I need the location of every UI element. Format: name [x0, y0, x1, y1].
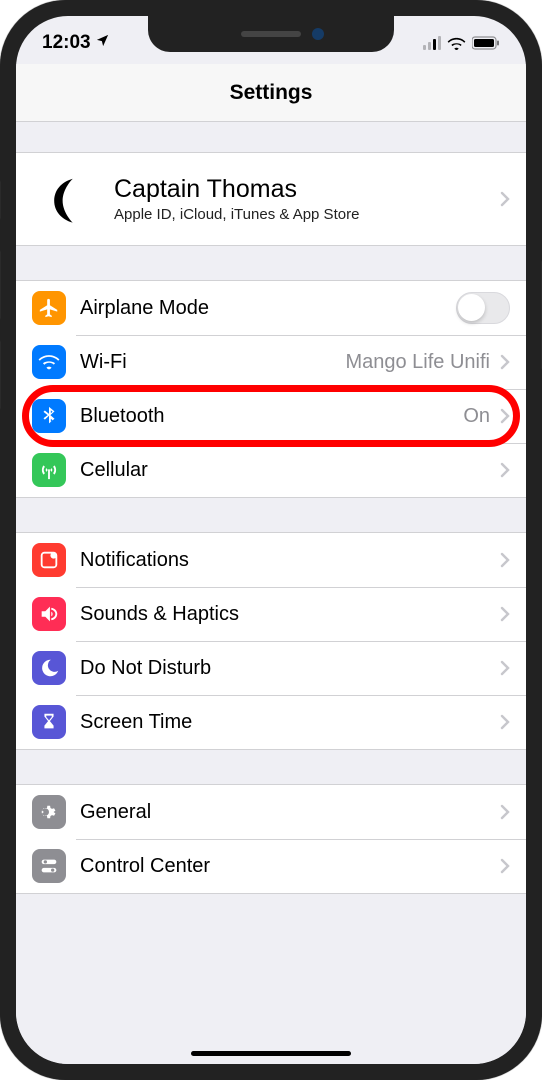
- location-arrow-icon: [95, 32, 110, 54]
- general-group: General Control Center: [16, 784, 526, 894]
- profile-text: Captain Thomas Apple ID, iCloud, iTunes …: [114, 175, 496, 223]
- chevron-right-icon: [500, 191, 510, 207]
- row-airplane[interactable]: Airplane Mode: [16, 281, 526, 335]
- battery-icon: [472, 36, 500, 50]
- row-label: Screen Time: [80, 711, 496, 734]
- row-general[interactable]: General: [16, 785, 526, 839]
- profile-name: Captain Thomas: [114, 175, 496, 204]
- row-label: Wi-Fi: [80, 351, 345, 374]
- chevron-right-icon: [500, 408, 510, 424]
- volume-up-button: [0, 250, 1, 320]
- row-value: Mango Life Unifi: [345, 351, 490, 374]
- chevron-right-icon: [500, 606, 510, 622]
- hourglass-icon: [32, 705, 66, 739]
- row-dnd[interactable]: Do Not Disturb: [16, 641, 526, 695]
- row-label: General: [80, 801, 496, 824]
- wifi-icon: [32, 345, 66, 379]
- moon-icon: [32, 651, 66, 685]
- row-label: Airplane Mode: [80, 297, 456, 320]
- row-label: Do Not Disturb: [80, 657, 496, 680]
- row-label: Cellular: [80, 459, 496, 482]
- row-wifi[interactable]: Wi-Fi Mango Life Unifi: [16, 335, 526, 389]
- airplane-toggle[interactable]: [456, 292, 510, 324]
- status-right: [423, 36, 500, 50]
- row-label: Notifications: [80, 549, 496, 572]
- row-label: Bluetooth: [80, 405, 463, 428]
- device-frame: 12:03 Settings: [0, 0, 542, 1080]
- front-camera: [312, 28, 324, 40]
- chevron-right-icon: [500, 804, 510, 820]
- row-value: On: [463, 405, 490, 428]
- connectivity-group: Airplane Mode Wi-Fi Mango Life Unifi: [16, 280, 526, 498]
- profile-subtitle: Apple ID, iCloud, iTunes & App Store: [114, 206, 496, 223]
- cellular-icon: [32, 453, 66, 487]
- airplane-icon: [32, 291, 66, 325]
- row-label: Sounds & Haptics: [80, 603, 496, 626]
- chevron-right-icon: [500, 714, 510, 730]
- chevron-right-icon: [500, 858, 510, 874]
- notifications-group: Notifications Sounds & Haptics Do Not Di…: [16, 532, 526, 750]
- status-left: 12:03: [42, 32, 110, 54]
- row-notifications[interactable]: Notifications: [16, 533, 526, 587]
- gear-icon: [32, 795, 66, 829]
- row-controlcenter[interactable]: Control Center: [16, 839, 526, 893]
- row-cellular[interactable]: Cellular: [16, 443, 526, 497]
- switches-icon: [32, 849, 66, 883]
- wifi-icon: [447, 36, 466, 50]
- chevron-right-icon: [500, 462, 510, 478]
- profile-row[interactable]: Captain Thomas Apple ID, iCloud, iTunes …: [16, 153, 526, 245]
- chevron-right-icon: [500, 552, 510, 568]
- nav-header: Settings: [16, 64, 526, 122]
- volume-down-button: [0, 340, 1, 410]
- row-bluetooth[interactable]: Bluetooth On: [16, 389, 526, 443]
- cellular-signal-icon: [423, 36, 441, 50]
- bluetooth-icon: [32, 399, 66, 433]
- home-indicator[interactable]: [191, 1051, 351, 1056]
- row-sounds[interactable]: Sounds & Haptics: [16, 587, 526, 641]
- status-time: 12:03: [42, 32, 91, 54]
- page-title: Settings: [230, 81, 313, 105]
- screen: 12:03 Settings: [16, 16, 526, 1064]
- settings-content[interactable]: Captain Thomas Apple ID, iCloud, iTunes …: [16, 122, 526, 1064]
- notifications-icon: [32, 543, 66, 577]
- avatar: [32, 165, 100, 233]
- notch: [148, 16, 394, 52]
- sounds-icon: [32, 597, 66, 631]
- row-screentime[interactable]: Screen Time: [16, 695, 526, 749]
- mute-switch: [0, 180, 1, 220]
- chevron-right-icon: [500, 354, 510, 370]
- chevron-right-icon: [500, 660, 510, 676]
- row-label: Control Center: [80, 855, 496, 878]
- profile-group: Captain Thomas Apple ID, iCloud, iTunes …: [16, 152, 526, 246]
